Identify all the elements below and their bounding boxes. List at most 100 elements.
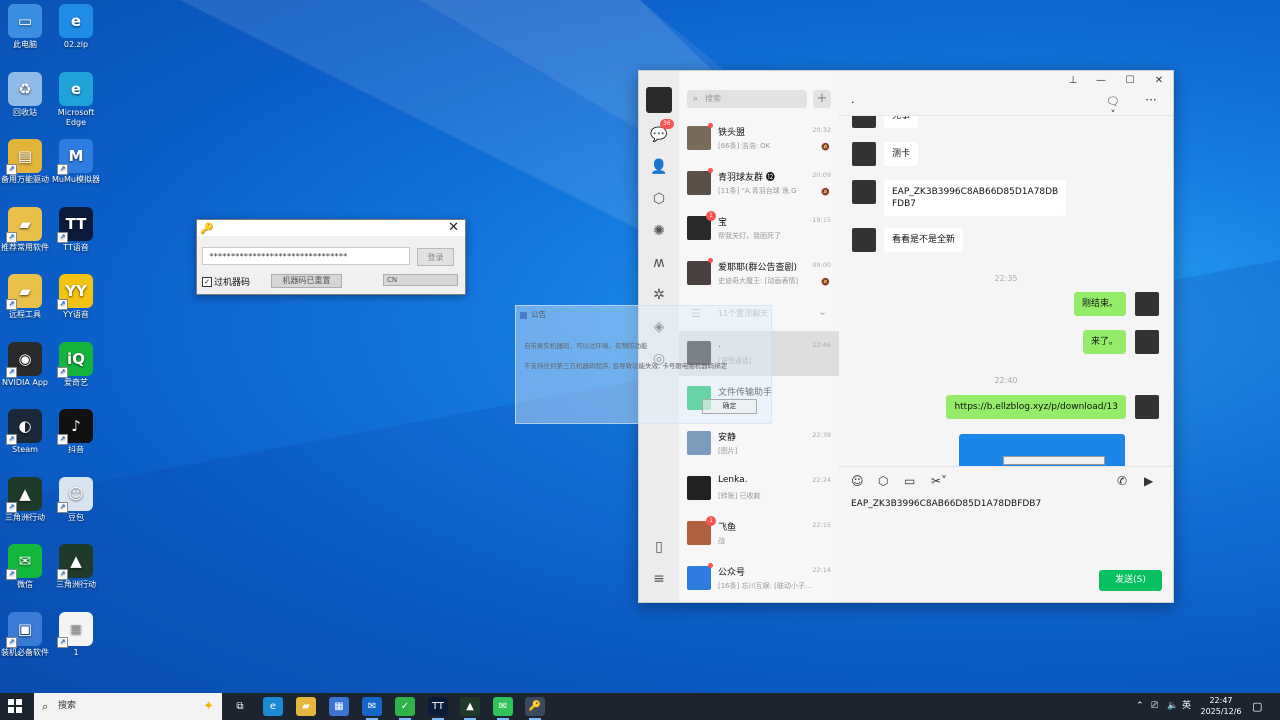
volume-icon[interactable]: 🔈 (1167, 693, 1178, 720)
store-icon[interactable]: ▦ (329, 697, 349, 716)
more-icon[interactable]: ··· (1143, 93, 1159, 107)
desktop-icon[interactable]: ▲ ↗ 三角洲行动 (0, 476, 54, 523)
screenshot-icon[interactable]: ✂˅ (931, 474, 947, 488)
message-bubble[interactable]: 测卡 (884, 142, 919, 166)
license-key-input[interactable]: ******************************** (202, 247, 410, 265)
search-feature-icon[interactable]: ✲ (649, 285, 669, 305)
desktop-icon[interactable]: ♪ ↗ 抖音 (47, 409, 105, 455)
contacts-icon[interactable]: 👤 (649, 157, 669, 177)
key-tool-icon[interactable]: 🔑 (525, 697, 545, 720)
close-button[interactable]: ✕ (1151, 75, 1167, 86)
sender-avatar[interactable] (852, 228, 876, 252)
desktop-icon[interactable]: ▲ ↗ 三角洲行动 (47, 544, 105, 590)
checkbox-box[interactable]: ✓ (202, 276, 212, 287)
menu-icon[interactable]: ≡ (649, 569, 669, 589)
chat-list-item[interactable]: 爱耶耶(群公告查剧) 史迪奇大魔王: [动画表情] 09:00 🔕 (679, 251, 839, 296)
desktop-icon[interactable]: e 02.zip (47, 4, 105, 50)
desktop-icon[interactable]: ≡ ↗ 1 (47, 611, 105, 658)
sender-avatar[interactable] (1135, 330, 1159, 354)
desktop-icon[interactable]: iQ ↗ 爱奇艺 (47, 341, 105, 388)
login-button[interactable]: 登录 (417, 248, 454, 266)
desktop-icon[interactable]: ▰ ↗ 推荐常用软件 (0, 206, 54, 253)
message-input[interactable]: EAP_ZK3B3996C8AB66D85D1A78DBFDB7 (851, 499, 1041, 509)
reset-machine-code-button[interactable]: 机器码已重置 (271, 274, 342, 288)
favorites-icon[interactable]: ⬡ (649, 189, 669, 209)
desktop-icon[interactable]: ◐ ↗ Steam (0, 409, 54, 455)
taskbar-search[interactable]: ⌕ 搜索 ✦ (34, 693, 222, 720)
search-input[interactable]: ⌕ 搜索 (687, 90, 807, 108)
voice-call-icon[interactable]: ✆ (1117, 474, 1127, 488)
phone-icon[interactable]: ▯ (649, 537, 669, 557)
desktop-icon[interactable]: M ↗ MuMu模拟器 (47, 139, 105, 185)
desktop-icon[interactable]: TT ↗ TT语音 (47, 206, 105, 253)
mute-bell-icon: 🔕 (821, 278, 830, 286)
desktop-icon[interactable]: ♻ 回收站 (0, 71, 54, 118)
image-message[interactable] (959, 434, 1125, 466)
chat-title: . (851, 93, 855, 106)
message-bubble[interactable]: EAP_ZK3B3996C8AB66D85D1A78DB FDB7 (884, 180, 1067, 216)
sender-avatar[interactable] (852, 142, 876, 166)
message-bubble[interactable]: 完事 (884, 116, 919, 128)
chat-list-item[interactable]: 1 飞鱼战 22:15 (679, 511, 839, 556)
copilot-icon[interactable]: ✦ (203, 693, 214, 720)
network-icon[interactable]: ⎚ (1151, 693, 1158, 720)
chat-list-item[interactable]: 公众号 [16条] 忘川互娱: [联动小子... 22:14 (679, 556, 839, 601)
chat-list-item[interactable]: 安静 [图片] 22:39 (679, 421, 839, 466)
close-icon[interactable]: ✕ (448, 220, 459, 235)
folder-icon[interactable]: ▭ (904, 474, 915, 488)
desktop-icon[interactable]: ☺ ↗ 豆包 (47, 476, 105, 523)
moments-icon[interactable]: ✺ (649, 221, 669, 241)
machine-code-checkbox[interactable]: ✓ 过机器码 (202, 275, 250, 288)
ok-button[interactable]: 确定 (702, 399, 757, 414)
outlook-icon[interactable]: ✉ (362, 697, 382, 720)
channels-icon[interactable]: ʍ (649, 253, 669, 273)
desktop-icon[interactable]: YY ↗ YY语音 (47, 274, 105, 320)
steam-icon: ◐ ↗ (6, 409, 42, 445)
wechat-icon[interactable]: ✉ (493, 697, 513, 720)
message-bubble[interactable]: https://b.ellzblog.xyz/p/download/13 (946, 395, 1126, 419)
chat-list-item[interactable]: 青羽球友群 ⓬ [11条] "A.青羽台球 逸.G 20:09 🔕 (679, 161, 839, 206)
desktop-icon[interactable]: ✉ ↗ 微信 (0, 544, 54, 590)
desktop-icon[interactable]: ▤ ↗ 备用万能驱动 (0, 139, 54, 185)
task-view-icon[interactable]: ⧉ (230, 697, 250, 716)
delta-icon[interactable]: ▲ (460, 697, 480, 720)
start-button[interactable] (8, 699, 22, 713)
chats-icon[interactable]: 💬 36 (649, 119, 674, 145)
add-button[interactable]: + (813, 90, 831, 108)
desktop-icon[interactable]: ▣ ↗ 装机必备软件 (0, 611, 54, 658)
emoji-icon[interactable]: ☺ (851, 474, 864, 488)
message-bubble[interactable]: 刚结束。 (1073, 292, 1126, 316)
desktop-icon[interactable]: e Microsoft Edge (47, 71, 105, 128)
tt-icon[interactable]: TT (428, 697, 448, 720)
message-bubble[interactable]: 看看是不是全新 (884, 228, 964, 252)
desktop-icon[interactable]: ◉ ↗ NVIDIA App (0, 341, 54, 388)
wechat-work-icon[interactable]: ✓ (395, 697, 415, 720)
file-explorer-icon[interactable]: ▰ (296, 697, 316, 716)
my-avatar[interactable] (646, 87, 672, 113)
maximize-button[interactable]: ☐ (1122, 75, 1138, 86)
ime-indicator[interactable]: 英 (1182, 693, 1191, 720)
chat-list-item[interactable]: Lenka. [转账] 已收款 22:24 (679, 466, 839, 511)
edge-icon[interactable]: e (263, 697, 283, 716)
minimize-button[interactable]: — (1093, 75, 1109, 86)
sender-avatar[interactable] (1135, 292, 1159, 316)
sender-avatar[interactable] (1135, 395, 1159, 419)
desktop-icon-label: YY语音 (63, 310, 89, 319)
pin-icon[interactable]: ⊥ (1065, 75, 1081, 86)
video-call-icon[interactable]: ▶ (1144, 474, 1153, 488)
message-bubble[interactable]: 来了。 (1082, 330, 1126, 354)
sender-avatar[interactable] (852, 116, 876, 128)
send-button[interactable]: 发送(S) (1099, 570, 1162, 591)
notification-icon[interactable]: ▢ (1252, 693, 1262, 720)
clock[interactable]: 22:47 2025/12/6 (1196, 695, 1246, 717)
shortcut-arrow-icon: ↗ (57, 636, 68, 648)
language-select[interactable]: CN (383, 274, 458, 286)
chat-list-item[interactable]: 1 宝帮我关灯，我困死了 19:15 (679, 206, 839, 251)
chevron-up-icon[interactable]: ⌃ (1136, 693, 1144, 720)
favorites-send-icon[interactable]: ⬡ (878, 474, 888, 488)
desktop-icon[interactable]: ▭ 此电脑 (0, 4, 54, 50)
chat-panel: . ⊥ — ☐ ✕ 🗨˅ ··· 完事 测卡 EAP_ZK3B3996C8AB66D… (839, 71, 1173, 602)
sender-avatar[interactable] (852, 180, 876, 204)
desktop-icon[interactable]: ▰ ↗ 远程工具 (0, 274, 54, 320)
chat-list-item[interactable]: 铁头盟 [66条] 浩浩: OK 20:32 🔕 (679, 116, 839, 161)
